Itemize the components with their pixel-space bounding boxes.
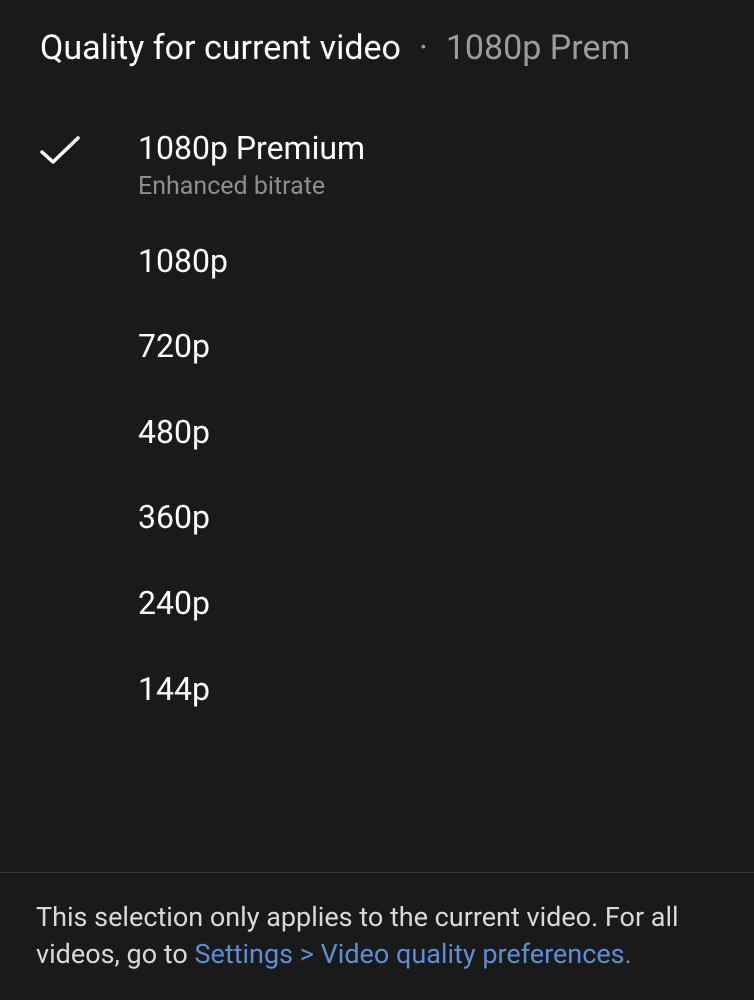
option-text: 1080p Premium Enhanced bitrate: [138, 128, 365, 201]
option-sublabel: Enhanced bitrate: [138, 172, 365, 201]
quality-option-720p[interactable]: 720p: [0, 304, 754, 390]
quality-option-360p[interactable]: 360p: [0, 475, 754, 561]
option-label: 1080p Premium: [138, 128, 365, 170]
option-text: 1080p: [138, 241, 228, 283]
option-text: 360p: [138, 497, 210, 539]
check-column: [38, 412, 138, 418]
footer-note: This selection only applies to the curre…: [0, 872, 754, 1000]
quality-options-list: 1080p Premium Enhanced bitrate 1080p 720…: [0, 80, 754, 872]
check-column: [38, 128, 138, 168]
check-column: [38, 326, 138, 332]
option-label: 1080p: [138, 241, 228, 283]
option-label: 144p: [138, 669, 210, 711]
quality-option-480p[interactable]: 480p: [0, 390, 754, 476]
quality-option-1080p-premium[interactable]: 1080p Premium Enhanced bitrate: [0, 110, 754, 219]
option-label: 240p: [138, 583, 210, 625]
option-text: 720p: [138, 326, 210, 368]
option-text: 240p: [138, 583, 210, 625]
check-column: [38, 583, 138, 589]
option-label: 360p: [138, 497, 210, 539]
option-label: 720p: [138, 326, 210, 368]
check-column: [38, 669, 138, 675]
check-column: [38, 241, 138, 247]
settings-link[interactable]: Settings > Video quality preferences.: [194, 938, 631, 970]
header-title: Quality for current video: [40, 28, 401, 68]
check-column: [38, 497, 138, 503]
option-label: 480p: [138, 412, 210, 454]
header-separator: ·: [419, 28, 428, 68]
header-current-quality: 1080p Prem: [446, 28, 630, 68]
option-text: 480p: [138, 412, 210, 454]
check-icon: [38, 134, 82, 168]
quality-option-1080p[interactable]: 1080p: [0, 219, 754, 305]
quality-option-240p[interactable]: 240p: [0, 561, 754, 647]
quality-header: Quality for current video · 1080p Prem: [0, 0, 754, 80]
quality-option-144p[interactable]: 144p: [0, 647, 754, 733]
option-text: 144p: [138, 669, 210, 711]
